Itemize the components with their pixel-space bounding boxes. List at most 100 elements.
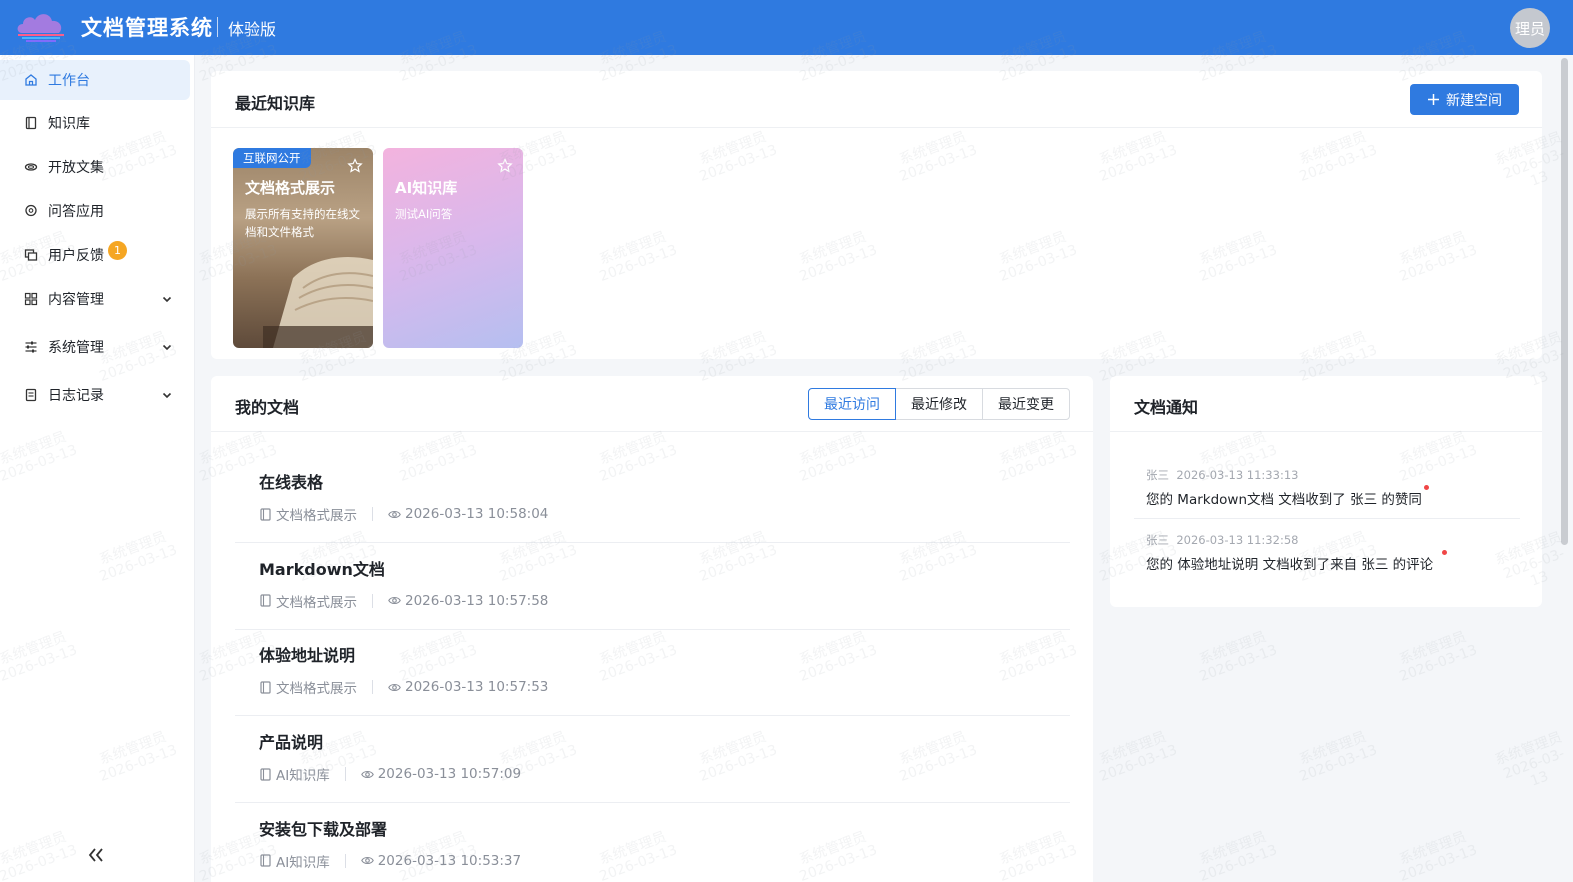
sidebar-item-knowledge-base[interactable]: 知识库 (0, 103, 190, 143)
unread-dot (1424, 485, 1429, 490)
page-scrollbar[interactable] (1561, 58, 1568, 545)
star-icon[interactable] (347, 158, 363, 174)
kb-card-desc: 测试AI问答 (395, 207, 453, 221)
sidebar-item-content-management[interactable]: 内容管理 (0, 279, 190, 319)
book-icon (260, 594, 271, 607)
sidebar-item-system-management[interactable]: 系统管理 (0, 327, 190, 367)
document-visit-time: 2026-03-13 10:57:09 (377, 766, 522, 783)
chevron-down-icon (162, 296, 172, 303)
sidebar-item-logs[interactable]: 日志记录 (0, 375, 190, 415)
tab-recent-changed[interactable]: 最近变更 (982, 388, 1070, 420)
panel-divider (211, 127, 1542, 128)
document-row[interactable]: 产品说明 AI知识库 2026-03-13 10:57:09 (235, 716, 1070, 804)
meta-separator (372, 507, 373, 521)
notification-item[interactable]: 张三 2026-03-13 11:32:58 您的 体验地址说明 文档收到了来自… (1134, 527, 1520, 583)
watermark-text: 系统管理员2026-03-13 (1197, 628, 1280, 685)
document-kb-name: 文档格式展示 (276, 508, 357, 524)
kb-card-name: 文档格式展示 (245, 179, 336, 197)
feedback-icon (24, 249, 38, 261)
chat-icon (25, 204, 37, 217)
tab-recent-visit[interactable]: 最近访问 (808, 388, 896, 420)
book-icon (260, 507, 271, 521)
panel-divider (1110, 431, 1542, 432)
watermark-text: 系统管理员2026-03-13 (1297, 728, 1380, 785)
sidebar: 工作台 知识库 开放文集 问答应用 用户反馈 1 内容管理 系统管理 日志记录 (0, 55, 195, 882)
book-icon (260, 681, 271, 694)
document-title[interactable]: 安装包下载及部署 (259, 816, 387, 840)
document-visit-time: 2026-03-13 10:58:04 (405, 506, 549, 522)
chevron-down-icon (162, 392, 172, 399)
notification-text: 您的 体验地址说明 文档收到了来自 张三 的评论 (1146, 557, 1434, 573)
edition-label: 体验版 (228, 20, 277, 39)
document-title[interactable]: 产品说明 (259, 729, 323, 753)
document-row[interactable]: 安装包下载及部署 AI知识库 2026-03-13 10:53:37 (235, 803, 1070, 882)
eye-icon (360, 770, 374, 778)
new-space-button[interactable]: 新建空间 (1410, 84, 1519, 115)
document-title[interactable]: 在线表格 (259, 469, 323, 493)
notification-user: 张三 (1146, 468, 1169, 482)
notification-user: 张三 (1146, 533, 1169, 547)
document-row[interactable]: 在线表格文档格式展示 2026-03-13 10:58:04 (235, 456, 1070, 543)
meta-separator (344, 767, 346, 782)
document-meta: 文档格式展示 2026-03-13 10:57:58 (259, 591, 548, 611)
document-meta: 文档格式展示 2026-03-13 10:58:04 (259, 504, 548, 524)
eye-icon (360, 857, 374, 865)
sidebar-item-open-collection[interactable]: 开放文集 (0, 147, 190, 187)
app-title: 文档管理系统 (81, 16, 213, 40)
document-row[interactable]: Markdown文档文档格式展示 2026-03-13 10:57:58 (235, 543, 1070, 630)
unread-dot (1442, 550, 1447, 555)
eye-icon (388, 597, 401, 605)
sidebar-item-label: 开放文集 (48, 160, 104, 176)
tab-recent-modified[interactable]: 最近修改 (895, 388, 983, 420)
share-icon (24, 163, 38, 171)
notification-item[interactable]: 张三 2026-03-13 11:33:13 您的 Markdown文档 文档收… (1134, 462, 1520, 519)
sidebar-item-label: 知识库 (48, 116, 90, 132)
sidebar-item-label: 问答应用 (48, 204, 104, 220)
meta-separator (372, 680, 373, 695)
kb-card-ai[interactable]: AI知识库 测试AI问答 (383, 148, 523, 348)
sidebar-item-label: 内容管理 (48, 292, 104, 308)
document-kb-name: AI知识库 (276, 854, 330, 871)
sidebar-item-workbench[interactable]: 工作台 (0, 60, 190, 100)
notification-meta: 张三 2026-03-13 11:33:13 (1146, 467, 1298, 483)
public-tag: 互联网公开 (233, 148, 311, 168)
watermark-text: 系统管理员2026-03-13 (1492, 729, 1567, 790)
document-kb-name: AI知识库 (276, 768, 330, 785)
log-icon (25, 388, 37, 402)
sidebar-item-qa-app[interactable]: 问答应用 (0, 191, 190, 231)
notification-time: 2026-03-13 11:33:13 (1176, 468, 1299, 482)
document-visit-time: 2026-03-13 10:57:58 (405, 592, 549, 609)
notifications-title: 文档通知 (1134, 398, 1199, 417)
sidebar-item-label: 用户反馈 (48, 248, 104, 264)
sidebar-item-user-feedback[interactable]: 用户反馈 1 (0, 235, 190, 275)
collapse-sidebar-icon[interactable] (86, 845, 106, 865)
kb-card-format-showcase[interactable]: 互联网公开 文档格式展示 展示所有支持的在线文档和文件格式 (233, 148, 373, 348)
sidebar-item-label: 日志记录 (48, 388, 104, 404)
document-meta: 文档格式展示 2026-03-13 10:57:53 (259, 677, 548, 697)
panel-divider (211, 431, 1093, 432)
chevron-down-icon (162, 344, 172, 351)
document-meta: AI知识库 2026-03-13 10:53:37 (259, 851, 521, 871)
document-title[interactable]: 体验地址说明 (259, 642, 355, 666)
document-kb-name: 文档格式展示 (276, 681, 357, 698)
sliders-icon (25, 341, 37, 353)
book-icon (260, 854, 271, 867)
eye-icon (388, 510, 401, 518)
watermark-text: 系统管理员2026-03-13 (1097, 728, 1180, 785)
cloud-logo-icon (17, 14, 64, 42)
document-meta: AI知识库 2026-03-13 10:57:09 (259, 764, 521, 784)
document-title[interactable]: Markdown文档 (259, 556, 385, 580)
watermark-text: 系统管理员2026-03-13 (1197, 828, 1280, 882)
document-row[interactable]: 体验地址说明文档格式展示 2026-03-13 10:57:53 (235, 629, 1070, 717)
grid-icon (24, 292, 38, 306)
top-header: 文档管理系统 体验版 理员 (0, 0, 1573, 55)
notification-divider (1134, 518, 1520, 519)
document-visit-time: 2026-03-13 10:57:53 (405, 679, 549, 696)
star-icon[interactable] (497, 158, 513, 174)
book-icon (260, 767, 271, 781)
recent-knowledge-title: 最近知识库 (235, 94, 316, 113)
watermark-text: 系统管理员2026-03-13 (1397, 828, 1480, 882)
user-avatar[interactable]: 理员 (1510, 8, 1550, 48)
feedback-count-badge: 1 (108, 241, 127, 260)
document-visit-time: 2026-03-13 10:53:37 (377, 852, 522, 869)
